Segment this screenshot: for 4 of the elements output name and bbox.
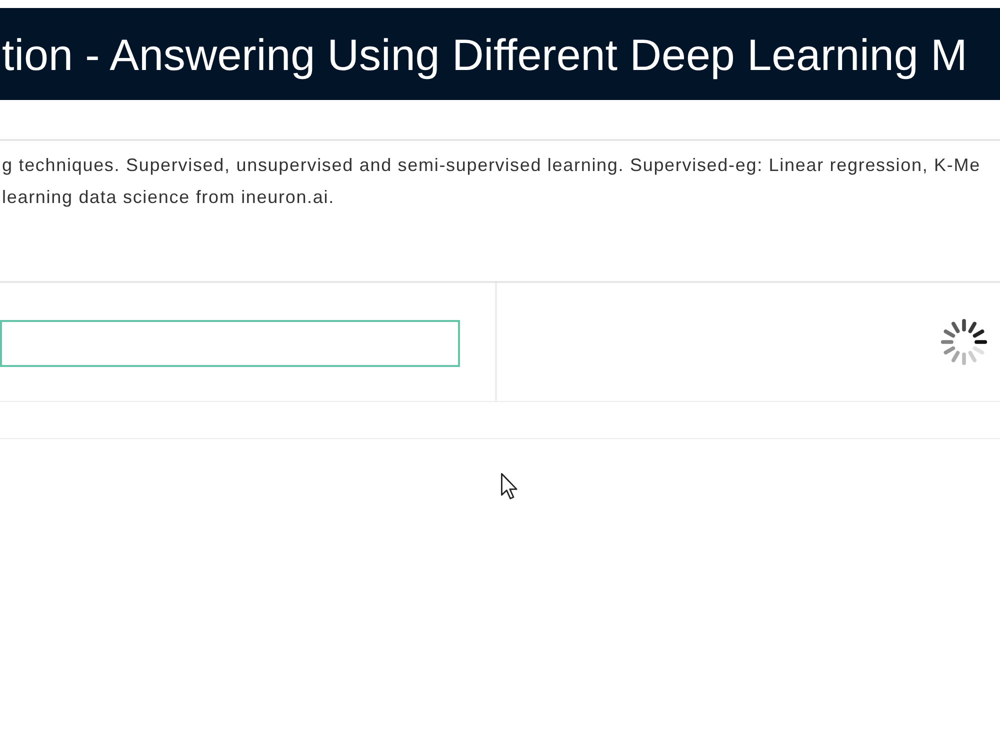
mouse-pointer-icon <box>501 473 518 500</box>
description-text: g techniques. Supervised, unsupervised and semi-supervised learning. Supervised-eg: Linear regression, K-Me learning data science from ineuron.ai. <box>1 154 980 209</box>
question-input-field[interactable] <box>0 320 460 366</box>
page-title: tion - Answering Using Different Deep Learning M <box>1 30 968 81</box>
